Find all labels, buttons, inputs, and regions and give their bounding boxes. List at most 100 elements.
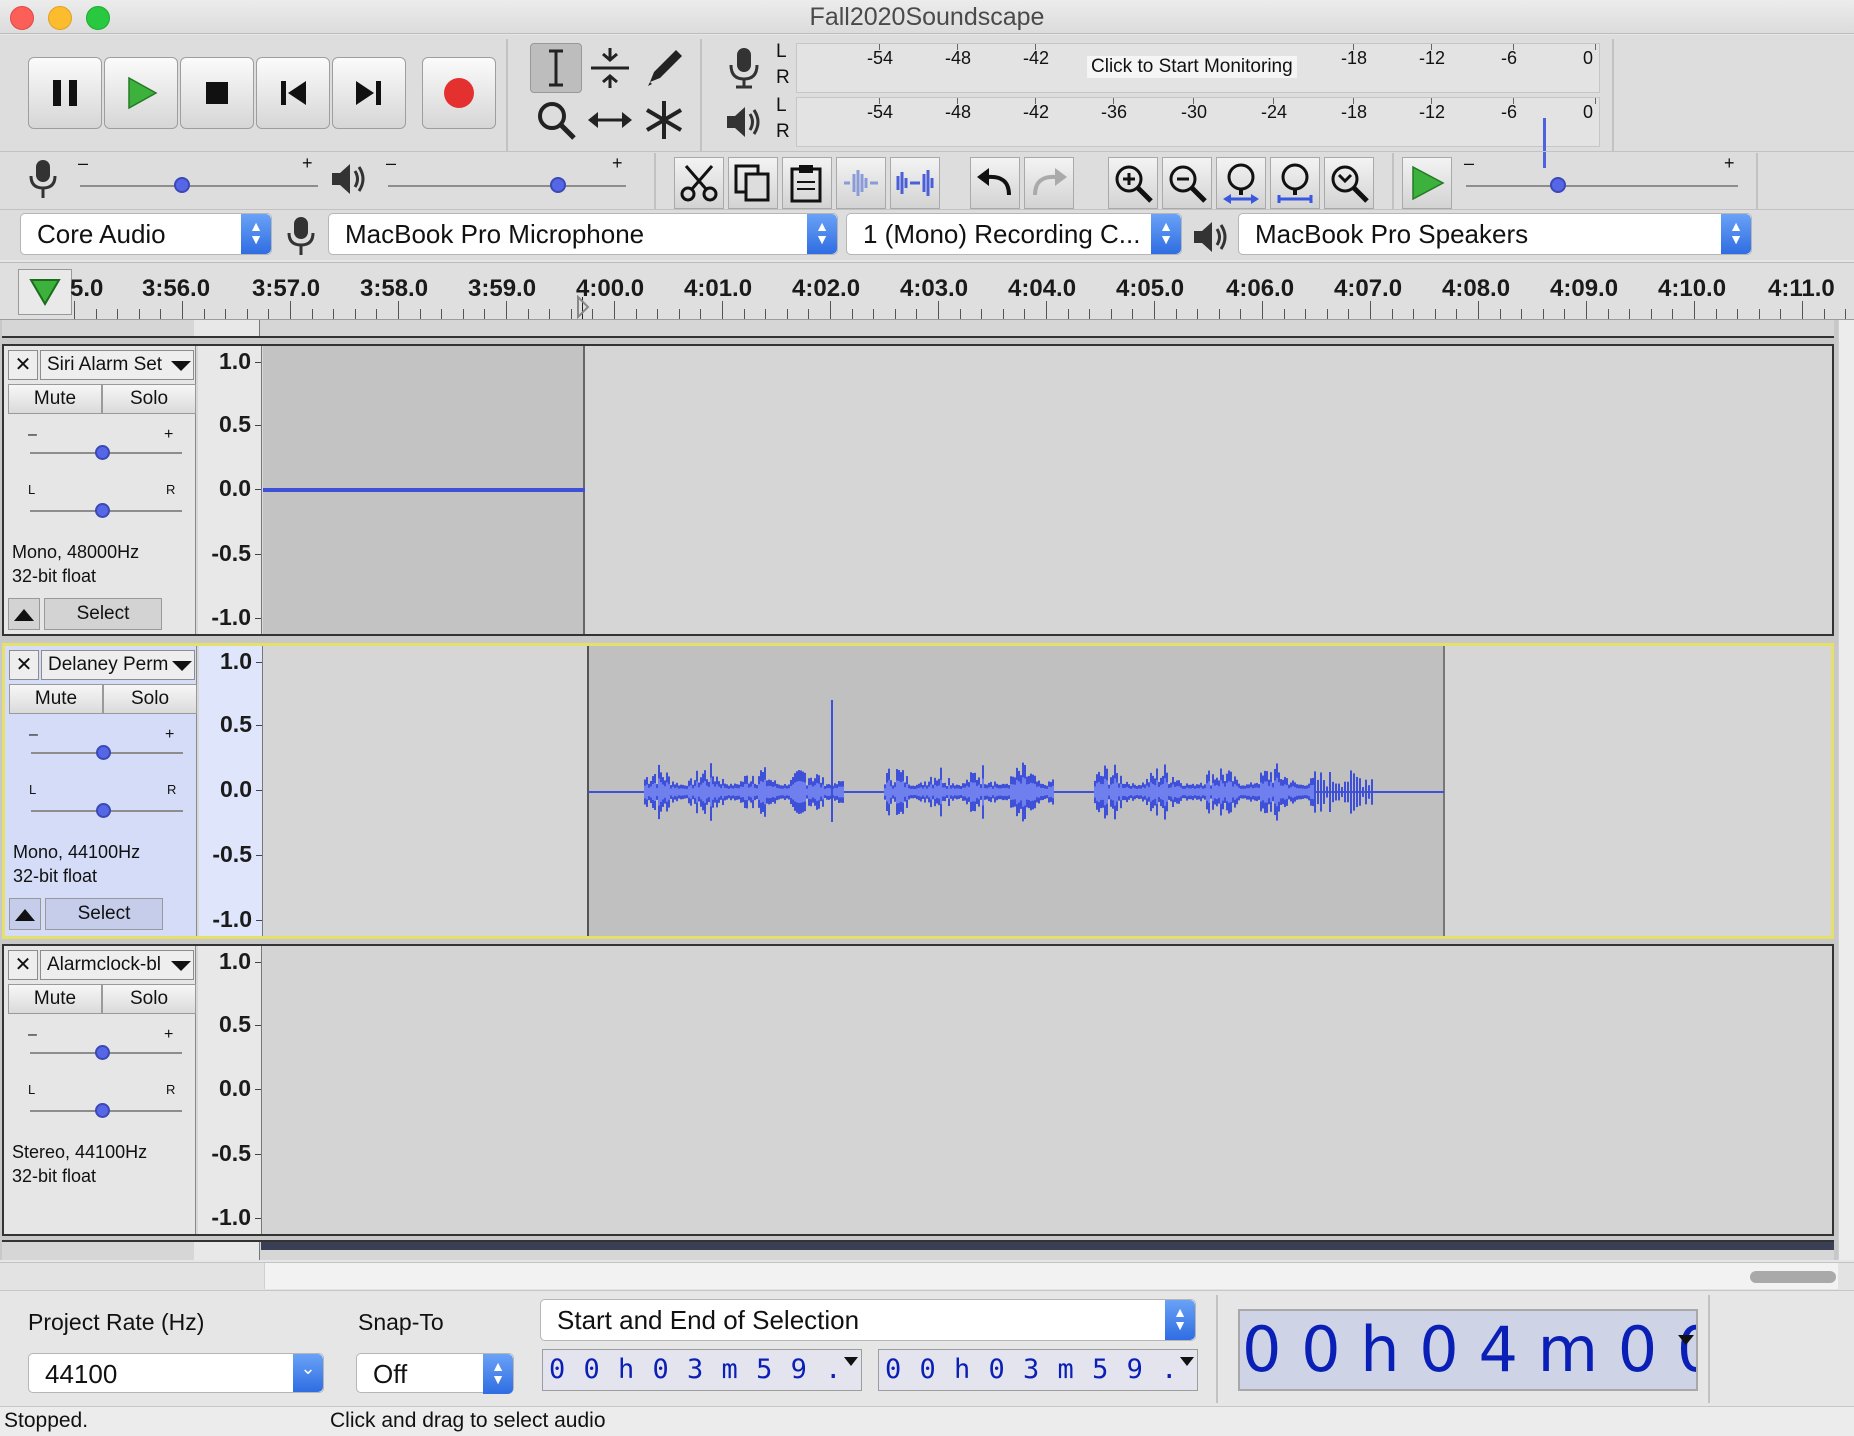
horizontal-scroll-thumb[interactable] bbox=[1750, 1271, 1836, 1283]
fit-selection-icon bbox=[1223, 163, 1259, 204]
track-name-menu[interactable]: Siri Alarm Set bbox=[40, 350, 194, 380]
mute-button[interactable]: Mute bbox=[8, 984, 102, 1014]
meter-scale-label: -6 bbox=[1501, 102, 1518, 122]
select-track-button[interactable]: Select bbox=[45, 898, 163, 930]
dropdown-arrow-icon[interactable] bbox=[844, 1357, 858, 1366]
silence-audio-button[interactable] bbox=[890, 157, 940, 209]
playback-meter-button[interactable] bbox=[718, 97, 770, 147]
tracks-area[interactable]: ✕ Siri Alarm Set Mute Solo – + L R Mono,… bbox=[0, 320, 1854, 1260]
recording-channels-select[interactable]: 1 (Mono) Recording C... ▲ ▼ bbox=[846, 213, 1182, 255]
meter-scale-label: -30 bbox=[1181, 102, 1208, 122]
project-rate-combobox[interactable]: 44100 ⌄ bbox=[28, 1353, 324, 1393]
fit-selection-button[interactable] bbox=[1216, 157, 1266, 209]
waveform-area[interactable] bbox=[264, 646, 1831, 936]
audio-position-display[interactable]: 0 0 h 0 4 m 0 0 s bbox=[1238, 1309, 1698, 1391]
timeline-ruler[interactable]: 5.0 3:56.0 3:57.0 3:58.0 3:59.0 4:00.0 4:01.0 4… bbox=[0, 262, 1854, 320]
pause-button[interactable] bbox=[28, 57, 102, 129]
gain-slider-thumb[interactable] bbox=[95, 1045, 110, 1060]
envelope-tool-button[interactable] bbox=[584, 43, 636, 93]
play-at-speed-button[interactable] bbox=[1402, 157, 1452, 209]
ruler-time-label: 4:06.0 bbox=[1226, 275, 1295, 302]
gain-slider-thumb[interactable] bbox=[96, 745, 111, 760]
selection-end-time[interactable]: 0 0 h 0 3 m 5 9 . 7 2 9 s bbox=[878, 1349, 1198, 1391]
dropdown-arrow-icon[interactable] bbox=[1678, 1335, 1694, 1345]
stop-icon bbox=[206, 82, 228, 104]
selection-start-time[interactable]: 0 0 h 0 3 m 5 9 . 7 2 9 s bbox=[542, 1349, 862, 1391]
chevron-updown-icon: ▲ ▼ bbox=[1165, 1300, 1195, 1340]
audio-track-siri-alarm[interactable]: ✕ Siri Alarm Set Mute Solo – + L R Mono,… bbox=[2, 344, 1834, 636]
horizontal-scrollbar[interactable] bbox=[0, 1262, 1854, 1290]
ruler-time-label: 5.0 bbox=[70, 275, 104, 302]
recording-device-select[interactable]: MacBook Pro Microphone ▲ ▼ bbox=[328, 213, 838, 255]
selection-tool-button[interactable] bbox=[530, 43, 582, 93]
play-at-speed-slider[interactable] bbox=[1466, 185, 1738, 187]
track-name-menu[interactable]: Delaney Perm bbox=[41, 650, 195, 680]
close-track-button[interactable]: ✕ bbox=[8, 350, 38, 380]
draw-tool-button[interactable] bbox=[638, 43, 690, 93]
solo-button[interactable]: Solo bbox=[102, 384, 196, 414]
record-button[interactable] bbox=[422, 57, 496, 129]
zoom-toggle-icon bbox=[1331, 165, 1369, 203]
copy-icon bbox=[734, 164, 770, 202]
record-meter-button[interactable] bbox=[718, 43, 770, 93]
audio-host-select[interactable]: Core Audio ▲ ▼ bbox=[20, 213, 272, 255]
play-button[interactable] bbox=[104, 57, 178, 129]
selection-mode-select[interactable]: Start and End of Selection ▲ ▼ bbox=[540, 1299, 1196, 1341]
undo-button[interactable] bbox=[970, 157, 1020, 209]
vertical-scale[interactable]: 1.0 0.5 0.0 -0.5 -1.0 bbox=[199, 646, 263, 936]
select-track-button[interactable]: Select bbox=[44, 598, 162, 630]
pan-slider-thumb[interactable] bbox=[95, 503, 110, 518]
playback-meter[interactable]: -54 -48 -42 -36 -30 -24 -18 -12 -6 0 bbox=[796, 97, 1600, 168]
collapse-track-button[interactable] bbox=[9, 898, 41, 930]
audio-track-alarmclock[interactable]: ✕ Alarmclock-bl Mute Solo – + L R Stereo… bbox=[2, 944, 1834, 1236]
ruler-time-label: 4:11.0 bbox=[1768, 275, 1835, 302]
copy-button[interactable] bbox=[728, 157, 778, 209]
playback-volume-slider[interactable] bbox=[388, 185, 626, 187]
vertical-scale[interactable]: 1.0 0.5 0.0 -0.5 -1.0 bbox=[198, 346, 262, 634]
cut-button[interactable] bbox=[674, 157, 724, 209]
snap-to-select[interactable]: Off ▲ ▼ bbox=[356, 1353, 514, 1394]
zoom-toggle-button[interactable] bbox=[1324, 157, 1374, 209]
start-monitoring-prompt[interactable]: Click to Start Monitoring bbox=[1087, 56, 1297, 78]
play-at-speed-thumb[interactable] bbox=[1550, 177, 1566, 193]
pan-slider-thumb[interactable] bbox=[96, 803, 111, 818]
pan-left-label: L bbox=[28, 482, 36, 497]
gain-slider-thumb[interactable] bbox=[95, 445, 110, 460]
time-shift-tool-button[interactable] bbox=[584, 95, 636, 145]
vertical-scrollbar[interactable] bbox=[1838, 320, 1854, 1260]
redo-button[interactable] bbox=[1024, 157, 1074, 209]
zoom-tool-button[interactable] bbox=[530, 95, 582, 145]
playback-peak-marker bbox=[1543, 118, 1546, 168]
recording-volume-slider[interactable] bbox=[80, 185, 318, 187]
close-track-button[interactable]: ✕ bbox=[9, 650, 39, 680]
recording-volume-thumb[interactable] bbox=[174, 177, 190, 193]
zoom-out-button[interactable] bbox=[1162, 157, 1212, 209]
collapse-track-button[interactable] bbox=[8, 598, 40, 630]
clipboard-icon bbox=[790, 165, 822, 203]
mute-button[interactable]: Mute bbox=[9, 684, 103, 714]
pinned-play-head-button[interactable] bbox=[18, 269, 72, 315]
record-meter[interactable]: -54 -48 -42 -18 -12 -6 0 Click to Start Monitor… bbox=[796, 43, 1600, 93]
solo-button[interactable]: Solo bbox=[103, 684, 197, 714]
track-name-menu[interactable]: Alarmclock-bl bbox=[40, 950, 194, 980]
waveform-area[interactable] bbox=[263, 346, 1832, 634]
close-track-button[interactable]: ✕ bbox=[8, 950, 38, 980]
skip-to-start-button[interactable] bbox=[256, 57, 330, 129]
audio-track-delaney-perm[interactable]: ✕ Delaney Perm Mute Solo – + L R Mono, 4… bbox=[2, 643, 1834, 939]
dropdown-arrow-icon bbox=[171, 361, 191, 371]
zoom-in-button[interactable] bbox=[1108, 157, 1158, 209]
pan-slider-thumb[interactable] bbox=[95, 1103, 110, 1118]
dropdown-arrow-icon[interactable] bbox=[1180, 1357, 1194, 1366]
trim-audio-button[interactable] bbox=[836, 157, 886, 209]
playback-volume-thumb[interactable] bbox=[550, 177, 566, 193]
vertical-scale[interactable]: 1.0 0.5 0.0 -0.5 -1.0 bbox=[198, 946, 262, 1234]
waveform-area[interactable] bbox=[263, 946, 1832, 1234]
stop-button[interactable] bbox=[180, 57, 254, 129]
playback-device-select[interactable]: MacBook Pro Speakers ▲ ▼ bbox=[1238, 213, 1752, 255]
paste-button[interactable] bbox=[782, 157, 832, 209]
multi-tool-button[interactable] bbox=[638, 95, 690, 145]
skip-to-end-button[interactable] bbox=[332, 57, 406, 129]
solo-button[interactable]: Solo bbox=[102, 984, 196, 1014]
mute-button[interactable]: Mute bbox=[8, 384, 102, 414]
fit-project-button[interactable] bbox=[1270, 157, 1320, 209]
